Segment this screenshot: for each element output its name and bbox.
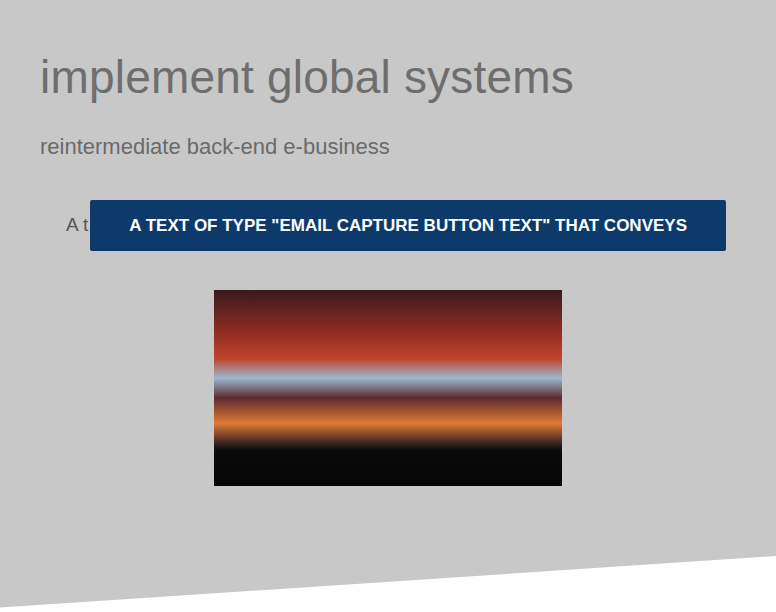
teaser-text: A t [66, 211, 88, 240]
hero-section: implement global systems reintermediate b… [0, 0, 776, 486]
sunset-photo [214, 290, 562, 486]
page-subtitle: reintermediate back-end e-business [40, 133, 776, 162]
page-title: implement global systems [40, 50, 776, 105]
bottom-ground [0, 556, 776, 612]
email-capture-row: A tA TEXT OF TYPE "EMAIL CAPTURE BUTTON … [66, 200, 776, 251]
photo-area [40, 290, 776, 486]
email-capture-button[interactable]: A TEXT OF TYPE "EMAIL CAPTURE BUTTON TEX… [90, 200, 726, 251]
